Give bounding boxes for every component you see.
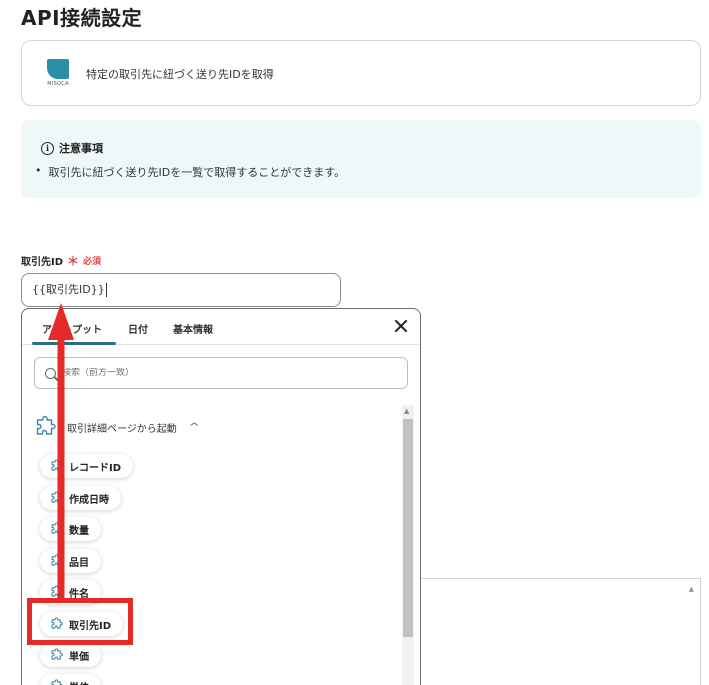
group-label: 取引詳細ページから起動 [67, 423, 177, 435]
scroll-thumb[interactable] [403, 419, 413, 637]
misoca-logo: MISOCA [45, 59, 71, 89]
notice-box: i 注意事項 • 取引先に紐づく送り先IDを一覧で取得することができます。 [21, 120, 701, 198]
picker-tabs: アウトプット 日付 基本情報 [22, 309, 420, 345]
puzzle-icon [51, 491, 63, 503]
tab-date[interactable]: 日付 [128, 321, 148, 336]
notice-item-text: 取引先に紐づく送り先IDを一覧で取得することができます。 [48, 166, 346, 179]
item-label: 単価 [69, 651, 89, 663]
search-input[interactable] [62, 368, 362, 378]
item-label: レコードID [69, 462, 122, 474]
puzzle-icon [36, 415, 56, 435]
active-tab-indicator [32, 342, 116, 345]
required-star-icon: ＊ [67, 254, 80, 268]
list-item[interactable]: 数量 [40, 517, 101, 541]
notice-item: • 取引先に紐づく送り先IDを一覧で取得することができます。 [35, 164, 345, 180]
search-box[interactable] [34, 357, 408, 389]
text-caret [105, 283, 107, 297]
scroll-up-icon[interactable]: ▲ [404, 407, 409, 415]
input-value: {{取引先ID}} [32, 283, 105, 296]
list-item[interactable]: 単価 [40, 643, 101, 667]
chevron-up-icon[interactable]: ^ [188, 422, 200, 433]
item-label: 作成日時 [69, 494, 109, 506]
puzzle-icon [51, 522, 63, 534]
field-label-text: 取引先ID [21, 257, 64, 268]
list-item[interactable]: 品目 [40, 549, 101, 573]
item-label: 品目 [69, 557, 89, 569]
app-card: MISOCA 特定の取引先に紐づく送り先IDを取得 [21, 40, 701, 106]
field-label: 取引先ID ＊ 必須 [21, 252, 101, 269]
item-label: 数量 [69, 525, 89, 537]
list-item[interactable]: 作成日時 [40, 486, 121, 510]
app-action-title: 特定の取引先に紐づく送り先IDを取得 [86, 68, 274, 81]
info-icon: i [41, 141, 54, 155]
background-textarea[interactable]: ▲ [421, 578, 701, 685]
client-id-input[interactable]: {{取引先ID}} [21, 273, 341, 307]
puzzle-icon [51, 679, 63, 685]
puzzle-icon [51, 585, 63, 597]
scroll-up-icon[interactable]: ▲ [689, 585, 694, 593]
puzzle-icon [51, 459, 63, 471]
item-label: 単位 [69, 679, 89, 685]
notice-title: 注意事項 [59, 142, 103, 155]
puzzle-icon [51, 648, 63, 660]
list-item[interactable]: レコードID [40, 454, 134, 478]
required-text: 必須 [83, 257, 102, 267]
picker-scrollbar[interactable]: ▲ [402, 405, 414, 685]
search-icon [45, 367, 56, 379]
puzzle-icon [51, 554, 63, 566]
tab-basic-info[interactable]: 基本情報 [173, 321, 213, 336]
page-title: API接続設定 [21, 6, 143, 30]
tab-output[interactable]: アウトプット [42, 321, 102, 336]
list-item[interactable]: 単位 [40, 674, 101, 685]
group-header[interactable]: 取引詳細ページから起動 ^ [34, 415, 200, 439]
annotation-highlight-box [27, 598, 133, 645]
close-icon[interactable] [394, 319, 408, 333]
bullet-icon: • [35, 164, 42, 177]
logo-text: MISOCA [47, 81, 69, 87]
